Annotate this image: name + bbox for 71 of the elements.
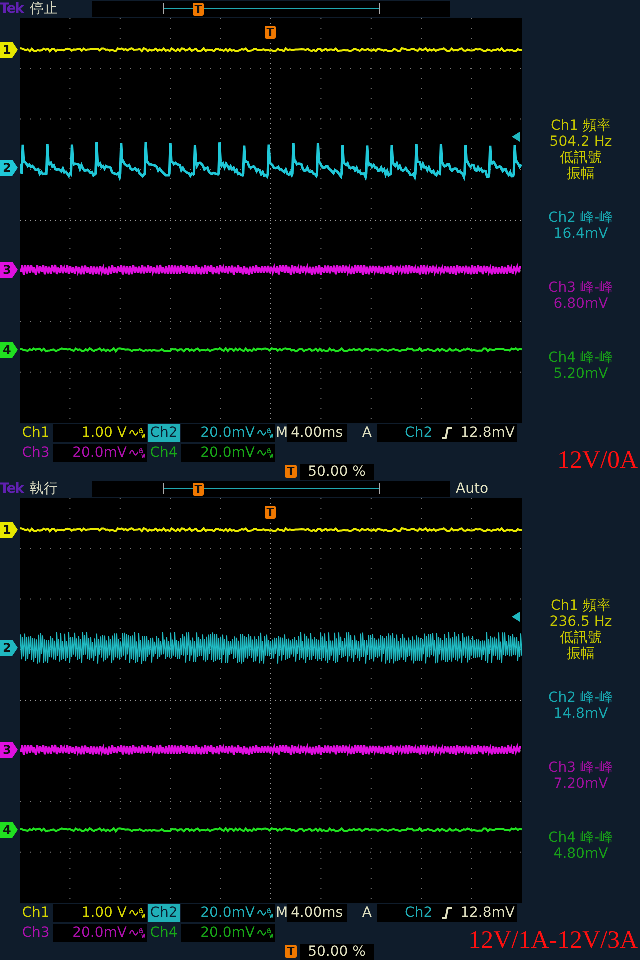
channel-label[interactable]: Ch2 xyxy=(148,424,180,442)
trigger-threshold: 12.8mV xyxy=(460,425,515,441)
measurement-value: 504.2 Hz xyxy=(550,134,612,150)
caption-text: 12V/1A-12V/3A xyxy=(468,927,638,955)
brand-label: Tek xyxy=(0,1,26,17)
measurement-note: 振幅 xyxy=(567,646,595,662)
trigger-label: A xyxy=(361,905,372,921)
trigger-marker-icon: T xyxy=(265,26,276,39)
timebase-label: M xyxy=(276,905,286,921)
scale-value: 20.0mV xyxy=(72,925,127,941)
measurement-label: Ch1 頻率 xyxy=(550,598,611,614)
scale-value: 20.0mV xyxy=(200,925,255,941)
measurement-note: 振幅 xyxy=(567,166,595,182)
scale-value: 1.00 V xyxy=(82,905,127,921)
scale-value: 20.0mV xyxy=(72,445,127,461)
trigger-marker-icon: T xyxy=(193,483,204,496)
measurement-value: 6.80mV xyxy=(554,296,608,312)
measurement-label: Ch4 峰-峰 xyxy=(548,350,614,366)
channel-marker[interactable]: 1 xyxy=(0,42,18,58)
channel-label[interactable]: Ch1 xyxy=(20,424,52,442)
trigger-marker-icon: T xyxy=(193,3,204,16)
measurement-value: 236.5 Hz xyxy=(550,614,612,630)
measurement-value: 16.4mV xyxy=(554,226,608,242)
measurement-note: 低訊號 xyxy=(560,630,602,646)
measurement-label: Ch3 峰-峰 xyxy=(548,760,614,776)
measurement-value: 14.8mV xyxy=(554,706,608,722)
scale-value: 20.0mV xyxy=(200,905,255,921)
acquisition-state: 執行 xyxy=(30,480,59,498)
acquisition-state: 停止 xyxy=(30,0,59,18)
timebase-value: 4.00ms xyxy=(287,424,347,442)
scale-value: 20.0mV xyxy=(200,425,255,441)
measurement-note: 低訊號 xyxy=(560,150,602,166)
channel-label[interactable]: Ch4 xyxy=(148,924,180,942)
timebase-value: 4.00ms xyxy=(287,904,347,922)
timebase-label: M xyxy=(276,425,286,441)
measurement-label: Ch3 峰-峰 xyxy=(548,280,614,296)
scale-value: 20.0mV xyxy=(200,445,255,461)
trigger-position-icon: T xyxy=(285,465,297,478)
rising-edge-icon xyxy=(440,426,453,440)
brand-label: Tek xyxy=(0,481,26,497)
rising-edge-icon xyxy=(440,906,453,920)
measurement-value: 5.20mV xyxy=(554,366,608,382)
trigger-position-icon: T xyxy=(285,945,297,958)
measurement-label: Ch1 頻率 xyxy=(550,118,611,134)
channel-marker[interactable]: 2 xyxy=(0,640,18,656)
measurement-label: Ch2 峰-峰 xyxy=(548,210,614,226)
trigger-position-value: 50.00 % xyxy=(300,944,374,960)
trigger-source: Ch2 xyxy=(405,905,433,921)
scale-value: 1.00 V xyxy=(82,425,127,441)
measurement-value: 7.20mV xyxy=(554,776,608,792)
trigger-mode: Auto xyxy=(456,481,489,497)
channel-marker[interactable]: 4 xyxy=(0,342,18,358)
trigger-marker-icon: T xyxy=(265,506,276,519)
measurement-label: Ch4 峰-峰 xyxy=(548,830,614,846)
measurement-label: Ch2 峰-峰 xyxy=(548,690,614,706)
channel-label[interactable]: Ch4 xyxy=(148,444,180,462)
channel-marker[interactable]: 3 xyxy=(0,262,18,278)
trigger-source: Ch2 xyxy=(405,425,433,441)
channel-marker[interactable]: 3 xyxy=(0,742,18,758)
trigger-level-icon xyxy=(512,612,520,622)
channel-marker[interactable]: 4 xyxy=(0,822,18,838)
channel-marker[interactable]: 2 xyxy=(0,160,18,176)
channel-label[interactable]: Ch1 xyxy=(20,904,52,922)
trigger-label: A xyxy=(361,425,372,441)
measurement-value: 4.80mV xyxy=(554,846,608,862)
trigger-threshold: 12.8mV xyxy=(460,905,515,921)
trigger-position-value: 50.00 % xyxy=(300,464,374,480)
trigger-level-icon xyxy=(512,132,520,142)
channel-marker[interactable]: 1 xyxy=(0,522,18,538)
channel-label[interactable]: Ch2 xyxy=(148,904,180,922)
caption-text: 12V/0A xyxy=(557,447,638,475)
